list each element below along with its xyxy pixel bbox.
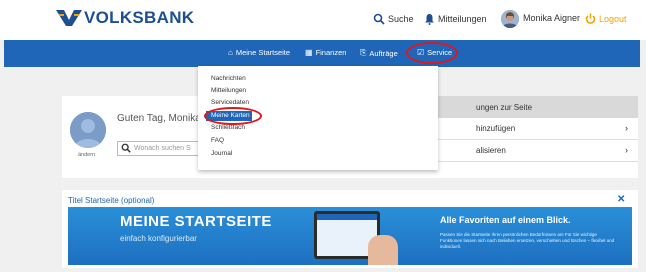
home-icon: ⌂: [228, 48, 233, 57]
logout-label: Logout: [599, 13, 627, 24]
profile-avatar[interactable]: [70, 112, 106, 148]
meine-karten-highlight-circle: [204, 107, 262, 125]
nav-item-startseite[interactable]: ⌂ Meine Startseite: [228, 48, 290, 57]
top-header: VOLKSBANK Suche Mitteilungen Monika Aign…: [0, 0, 646, 40]
chevron-right-icon: ›: [625, 123, 628, 133]
volksbank-logo[interactable]: VOLKSBANK: [56, 8, 194, 28]
page-settings-row-add[interactable]: hinzufügen ›: [438, 118, 638, 140]
page-settings-row-update[interactable]: alisieren ›: [438, 140, 638, 162]
orders-icon: ⎘: [360, 48, 367, 57]
search-input[interactable]: Wonach suchen S: [117, 141, 207, 156]
menu-item-faq[interactable]: FAQ: [211, 137, 224, 144]
nav-item-finanzen[interactable]: ▦ Finanzen: [305, 48, 346, 57]
search-icon: [121, 143, 131, 153]
banner-description: Passen Sie die Startseite Ihren persönli…: [440, 232, 615, 250]
logout-link[interactable]: Logout: [585, 13, 627, 24]
menu-item-mitteilungen[interactable]: Mitteilungen: [211, 87, 246, 94]
hand-illustration: [368, 235, 398, 265]
notifications-label: Mitteilungen: [438, 14, 487, 24]
user-avatar[interactable]: [501, 10, 519, 28]
service-highlight-circle: [406, 42, 458, 64]
search-icon: [373, 13, 385, 25]
banner-headline: MEINE STARTSEITE: [120, 213, 272, 230]
change-avatar-link[interactable]: ändern: [78, 152, 95, 158]
banner-subline: einfach konfigurierbar: [120, 234, 197, 243]
user-name[interactable]: Monika Aigner: [523, 13, 580, 23]
menu-item-nachrichten[interactable]: Nachrichten: [211, 75, 246, 82]
bell-icon: [425, 14, 434, 25]
notifications-link[interactable]: Mitteilungen: [424, 13, 487, 25]
person-icon: [70, 112, 106, 148]
menu-item-journal[interactable]: Journal: [211, 150, 232, 157]
close-icon[interactable]: ✕: [617, 194, 625, 205]
nav-item-auftraege[interactable]: ⎘ Aufträge: [360, 48, 398, 58]
page-settings-header: ungen zur Seite: [438, 96, 638, 118]
search-placeholder: Wonach suchen S: [134, 145, 191, 152]
main-nav: ⌂ Meine Startseite ▦ Finanzen ⎘ Aufträge…: [4, 40, 640, 67]
search-label: Suche: [388, 14, 414, 24]
power-icon: [585, 13, 596, 24]
chevron-right-icon: ›: [625, 145, 628, 155]
finance-icon: ▦: [305, 48, 313, 57]
menu-item-servicedaten[interactable]: Servicedaten: [211, 99, 249, 106]
brand-name: VOLKSBANK: [84, 8, 195, 27]
volksbank-logo-icon: [56, 10, 82, 26]
user-avatar-icon: [501, 10, 519, 28]
banner-favorites-headline: Alle Favoriten auf einem Blick.: [440, 215, 571, 225]
menu-item-schliessfach[interactable]: Schließfach: [211, 124, 245, 131]
search-link[interactable]: Suche: [373, 13, 414, 25]
banner-card-title: Titel Startseite (optional): [68, 196, 155, 205]
promo-banner[interactable]: MEINE STARTSEITE einfach konfigurierbar …: [68, 207, 632, 265]
greeting-text: Guten Tag, Monika: [117, 113, 201, 124]
